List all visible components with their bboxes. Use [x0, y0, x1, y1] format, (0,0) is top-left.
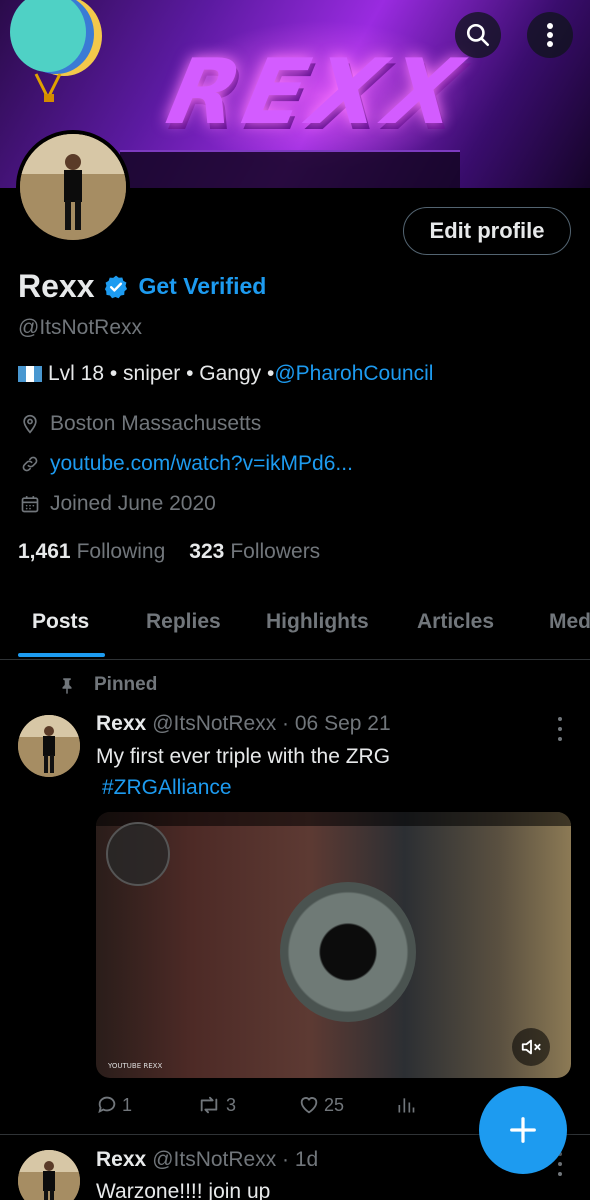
followers-count[interactable]: 323	[189, 540, 224, 564]
location-row: Boston Massachusetts	[20, 412, 261, 436]
joined-text: Joined June 2020	[50, 492, 216, 515]
more-options-button[interactable]	[527, 12, 573, 58]
following-label[interactable]: Following	[77, 540, 166, 564]
dot	[558, 1172, 562, 1176]
analytics-icon	[398, 1098, 415, 1113]
follow-stats: 1,461 Following 323 Followers	[18, 540, 344, 564]
banner-logo-text: REXX	[158, 40, 475, 145]
tab-posts[interactable]: Posts	[32, 610, 89, 634]
search-button[interactable]	[455, 12, 501, 58]
avatar-photo	[20, 134, 126, 240]
tab-highlights[interactable]: Highlights	[266, 610, 369, 634]
post-text: My first ever triple with the ZRG #ZRGAl…	[96, 741, 390, 803]
repost-count: 3	[226, 1094, 237, 1115]
display-name: Rexx	[18, 268, 95, 304]
get-verified-link[interactable]: Get Verified	[139, 273, 267, 300]
reply-icon	[98, 1096, 116, 1114]
hud-minimap	[106, 822, 170, 886]
tab-replies[interactable]: Replies	[146, 610, 221, 634]
post-meta: @ItsNotRexx · 06 Sep 21	[152, 712, 391, 735]
link-icon	[22, 456, 38, 472]
verified-badge-icon[interactable]	[103, 274, 129, 300]
avatar-photo	[18, 715, 80, 777]
dot	[558, 1162, 562, 1166]
reply-count: 1	[122, 1094, 133, 1115]
name-row: Rexx Get Verified	[18, 268, 266, 305]
pin-icon	[62, 678, 72, 694]
bio-text: Lvl 18 • sniper • Gangy •	[48, 362, 275, 385]
dot	[558, 717, 562, 721]
heart-icon	[300, 1097, 318, 1114]
compose-post-button[interactable]	[479, 1086, 567, 1174]
calendar-icon	[21, 496, 39, 513]
post-more-button[interactable]	[550, 717, 570, 741]
repost-icon	[200, 1096, 218, 1114]
mute-button[interactable]	[512, 1028, 550, 1066]
guatemala-flag-icon	[18, 366, 42, 382]
post-header: Rexx @ItsNotRexx · 1d	[96, 1148, 318, 1172]
profile-tabs: Posts Replies Highlights Articles Med	[0, 600, 590, 660]
followers-label[interactable]: Followers	[230, 540, 320, 564]
profile-handle: @ItsNotRexx	[18, 316, 143, 339]
profile-bio: Lvl 18 • sniper • Gangy • @PharohCouncil	[18, 362, 433, 386]
sniper-scope-graphic	[280, 882, 416, 1022]
post-meta: @ItsNotRexx · 1d	[152, 1148, 319, 1171]
plus-icon	[510, 1117, 536, 1143]
tab-media[interactable]: Med	[549, 610, 590, 634]
more-vertical-icon	[547, 23, 553, 47]
views-action[interactable]	[396, 1094, 420, 1116]
post-text: Warzone!!!! join up	[96, 1176, 270, 1200]
edit-profile-button[interactable]: Edit profile	[403, 207, 571, 255]
dot	[558, 737, 562, 741]
website-link[interactable]: youtube.com/watch?v=ikMPd6...	[50, 452, 353, 476]
like-count: 25	[324, 1094, 345, 1115]
pinned-label: Pinned	[94, 674, 158, 695]
website-row: youtube.com/watch?v=ikMPd6...	[20, 452, 353, 476]
post-header: Rexx @ItsNotRexx · 06 Sep 21	[96, 712, 391, 736]
balloon-icon	[10, 0, 102, 102]
post-hashtag-link[interactable]: #ZRGAlliance	[102, 776, 232, 799]
post-text-line: My first ever triple with the ZRG	[96, 745, 391, 768]
following-count[interactable]: 1,461	[18, 540, 71, 564]
post-author-name[interactable]: Rexx	[96, 1148, 146, 1172]
repost-action[interactable]: 3	[196, 1094, 236, 1116]
bio-mention-link[interactable]: @PharohCouncil	[274, 362, 433, 386]
pinned-indicator: Pinned	[58, 674, 157, 696]
post-video[interactable]: YOUTUBE REXX	[96, 812, 571, 1078]
avatar-photo	[18, 1150, 80, 1200]
post-text-line: Warzone!!!! join up	[96, 1180, 271, 1200]
location-text: Boston Massachusetts	[50, 412, 262, 435]
post-avatar[interactable]	[18, 1150, 80, 1200]
active-tab-indicator	[18, 653, 105, 657]
banner-desk	[120, 150, 460, 188]
joined-row: Joined June 2020	[20, 492, 216, 516]
profile-avatar[interactable]	[16, 130, 130, 244]
post-avatar[interactable]	[18, 715, 80, 777]
muted-speaker-icon	[521, 1039, 541, 1055]
video-watermark: YOUTUBE REXX	[108, 1062, 163, 1070]
reply-action[interactable]: 1	[96, 1094, 132, 1116]
tab-articles[interactable]: Articles	[417, 610, 494, 634]
post-author-name[interactable]: Rexx	[96, 712, 146, 736]
post-actions: 1 3 25	[96, 1094, 516, 1122]
hud-compass-bar	[96, 812, 571, 826]
like-action[interactable]: 25	[298, 1094, 344, 1116]
location-pin-icon	[23, 414, 37, 434]
search-icon	[466, 23, 490, 47]
dot	[558, 727, 562, 731]
